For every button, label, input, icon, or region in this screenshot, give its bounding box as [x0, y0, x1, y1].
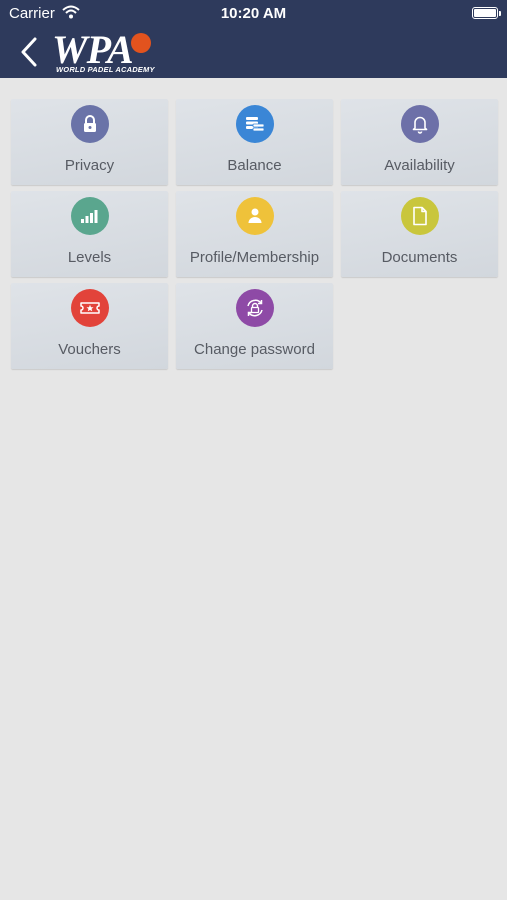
tile-privacy[interactable]: Privacy [11, 99, 168, 185]
status-bar: Carrier 10:20 AM [0, 0, 507, 28]
status-time: 10:20 AM [220, 5, 287, 22]
signal-bars-icon [70, 197, 109, 235]
tile-profile-membership[interactable]: Profile/Membership [176, 191, 333, 277]
tile-documents[interactable]: Documents [341, 191, 498, 277]
wpa-logo: WPA WORLD PADEL ACADEMY [52, 27, 164, 76]
app-header: Carrier 10:20 AM WPA WORLD PADEL ACADEMY [0, 0, 507, 78]
tile-vouchers[interactable]: Vouchers [11, 283, 168, 369]
logo-subtitle: WORLD PADEL ACADEMY [56, 65, 155, 74]
bell-icon [400, 105, 439, 143]
tile-availability[interactable]: Availability [341, 99, 498, 185]
user-icon [235, 197, 274, 235]
tile-label: Availability [384, 157, 455, 174]
tile-label: Documents [381, 249, 458, 266]
battery-icon [472, 7, 501, 19]
tile-label: Privacy [64, 157, 115, 174]
back-button[interactable] [14, 34, 44, 70]
tile-label: Profile/Membership [189, 249, 320, 266]
tile-balance[interactable]: Balance [176, 99, 333, 185]
tile-label: Vouchers [58, 341, 121, 358]
padel-ball-icon [131, 33, 151, 53]
lock-icon [70, 105, 109, 143]
chevron-left-icon [21, 37, 37, 67]
ticket-icon [70, 289, 109, 327]
tile-label: Levels [67, 249, 112, 266]
coins-icon [235, 105, 274, 143]
document-icon [400, 197, 439, 235]
settings-grid: Privacy Balance Availability Levels Prof… [11, 99, 498, 369]
tile-levels[interactable]: Levels [11, 191, 168, 277]
tile-label: Balance [227, 157, 282, 174]
tile-change-password[interactable]: Change password [176, 283, 333, 369]
refresh-lock-icon [235, 289, 274, 327]
tile-label: Change password [194, 341, 315, 358]
